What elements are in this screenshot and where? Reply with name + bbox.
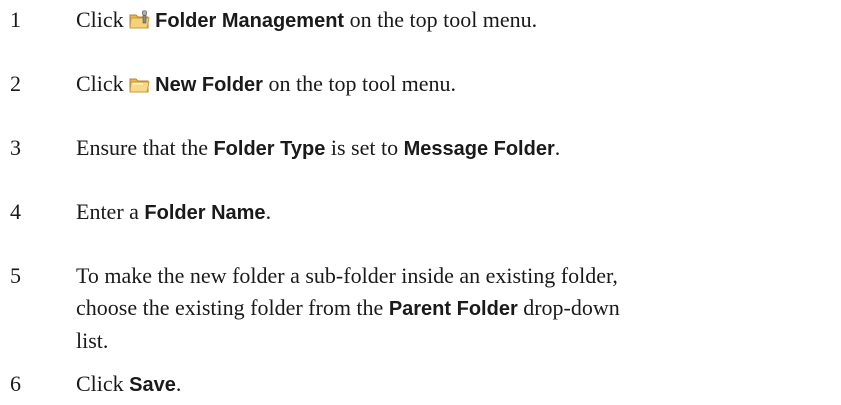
parent-folder-label: Parent Folder bbox=[388, 298, 518, 320]
step-number: 1 bbox=[10, 7, 21, 32]
step-5-line-1: To make the new folder a sub-folder insi… bbox=[76, 263, 618, 288]
folder-type-label: Folder Type bbox=[213, 138, 326, 160]
step-text: Ensure that the Folder Type is set to Me… bbox=[76, 135, 561, 160]
step-5-line-3: list. bbox=[76, 328, 109, 353]
step-text: Click New Folder on the top tool menu. bbox=[76, 68, 836, 103]
folder-management-icon bbox=[129, 7, 151, 39]
step-number: 5 bbox=[10, 263, 21, 288]
message-folder-label: Message Folder bbox=[403, 138, 555, 160]
step-number: 4 bbox=[10, 199, 21, 224]
step-number: 6 bbox=[10, 371, 21, 396]
step-number: 2 bbox=[10, 71, 21, 96]
step-number: 3 bbox=[10, 135, 21, 160]
step-5-line-2: choose the existing folder from the Pare… bbox=[76, 295, 620, 320]
new-folder-icon bbox=[129, 71, 151, 103]
step-text: Click Folder Management on the top tool … bbox=[76, 4, 836, 39]
save-label: Save bbox=[129, 374, 176, 396]
step-text: Click Save. bbox=[76, 371, 182, 396]
new-folder-label: New Folder bbox=[155, 74, 263, 96]
step-text: To make the new folder a sub-folder insi… bbox=[76, 260, 836, 357]
folder-management-label: Folder Management bbox=[155, 10, 345, 32]
folder-name-label: Folder Name bbox=[144, 202, 266, 224]
step-text: Enter a Folder Name. bbox=[76, 199, 272, 224]
